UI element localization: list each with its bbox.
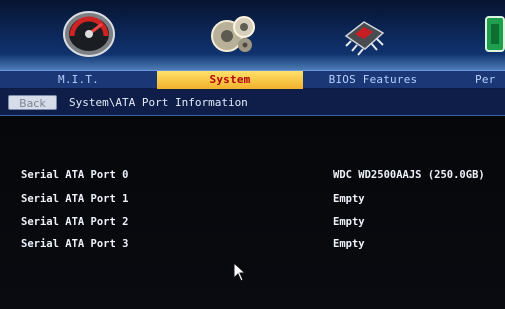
port-label: Serial ATA Port 1 bbox=[21, 193, 129, 205]
port-row[interactable]: Serial ATA Port 3 Empty bbox=[21, 236, 501, 252]
port-value: WDC WD2500AAJS (250.0GB) bbox=[333, 169, 485, 181]
bios-screen: M.I.T. System BIOS Features Per Back Sys… bbox=[0, 0, 505, 309]
port-value: Empty bbox=[333, 238, 365, 250]
port-info-panel: Serial ATA Port 0 WDC WD2500AAJS (250.0G… bbox=[0, 116, 505, 309]
port-label: Serial ATA Port 0 bbox=[21, 169, 129, 181]
port-row[interactable]: Serial ATA Port 1 Empty bbox=[21, 191, 501, 207]
chip-icon[interactable] bbox=[333, 5, 395, 61]
port-row[interactable]: Serial ATA Port 2 Empty bbox=[21, 214, 501, 230]
breadcrumb-bar: Back System\ATA Port Information bbox=[0, 89, 505, 116]
breadcrumb: System\ATA Port Information bbox=[69, 96, 248, 109]
tab-system[interactable]: System bbox=[157, 71, 303, 89]
tab-peripherals[interactable]: Per bbox=[475, 71, 505, 89]
tab-mit[interactable]: M.I.T. bbox=[17, 71, 140, 89]
main-menu: M.I.T. System BIOS Features Per bbox=[0, 70, 505, 89]
port-value: Empty bbox=[333, 216, 365, 228]
gears-icon[interactable] bbox=[201, 5, 263, 61]
port-row[interactable]: Serial ATA Port 0 WDC WD2500AAJS (250.0G… bbox=[21, 167, 501, 183]
port-label: Serial ATA Port 3 bbox=[21, 238, 129, 250]
peripherals-icon[interactable] bbox=[474, 5, 505, 61]
tab-bios-features[interactable]: BIOS Features bbox=[311, 71, 435, 89]
speedometer-icon[interactable] bbox=[58, 5, 120, 61]
port-value: Empty bbox=[333, 193, 365, 205]
mouse-cursor-icon bbox=[233, 262, 245, 282]
port-label: Serial ATA Port 2 bbox=[21, 216, 129, 228]
back-button[interactable]: Back bbox=[8, 95, 57, 110]
